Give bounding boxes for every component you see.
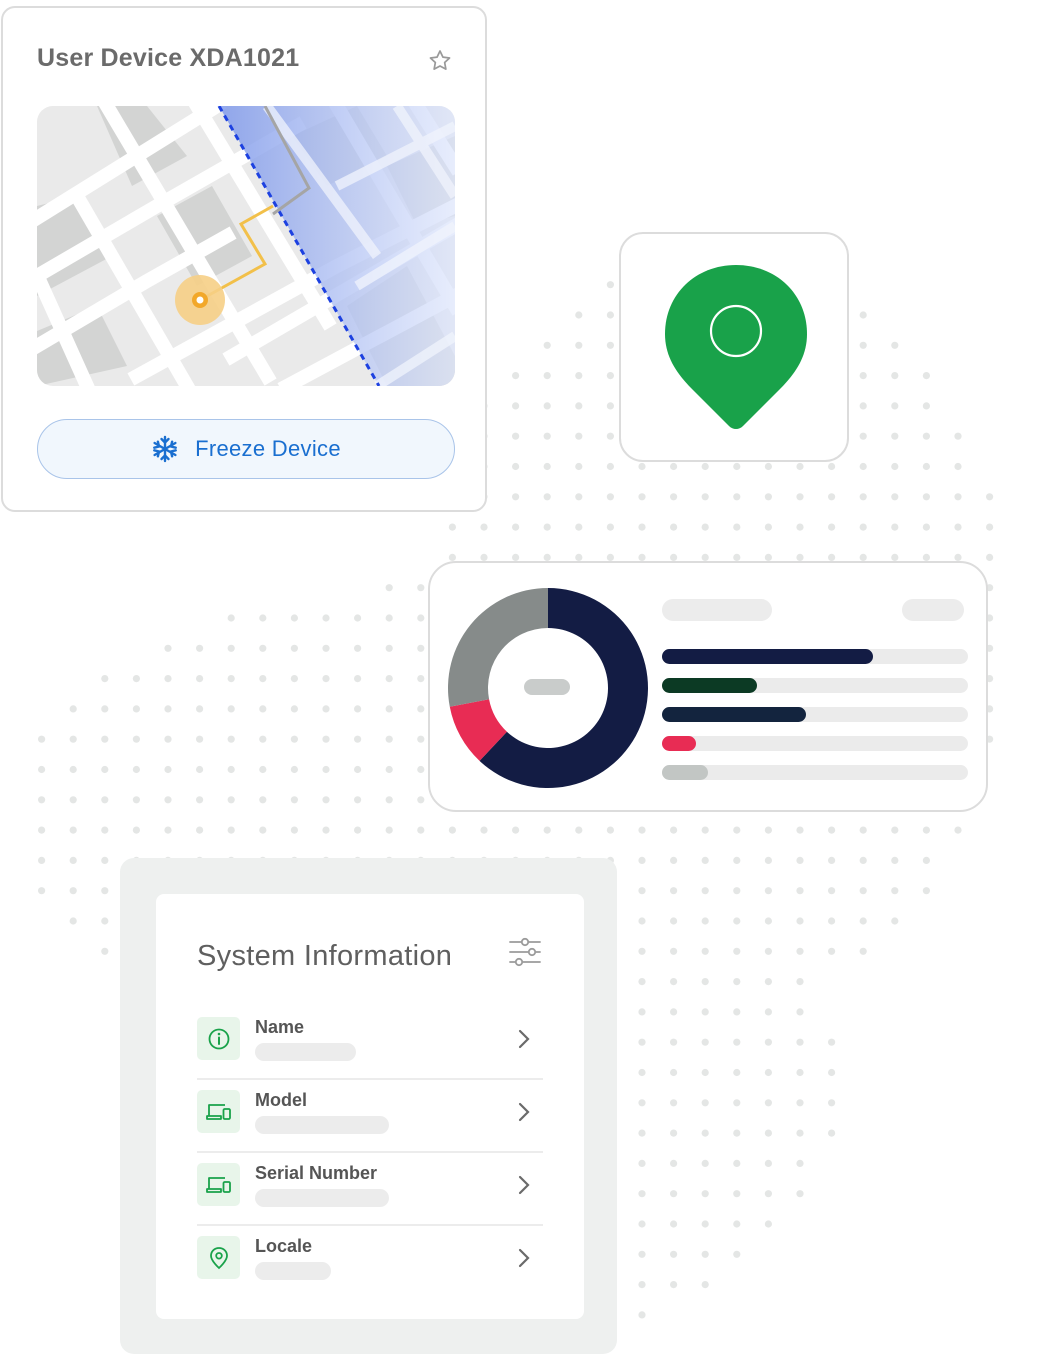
bar-fill-4 (662, 765, 708, 780)
system-info-row-name[interactable]: Name (197, 1007, 543, 1080)
row-label: Model (255, 1090, 307, 1110)
donut-chart (448, 588, 648, 788)
location-pin-card[interactable] (619, 232, 849, 462)
row-label: Name (255, 1017, 305, 1037)
device-title: User Device XDA1021 (37, 44, 300, 72)
donut-center-label-placeholder (524, 679, 570, 695)
value-placeholder (255, 1262, 331, 1280)
row-label: Serial Number (255, 1163, 378, 1183)
bar-fill-1 (662, 678, 757, 693)
system-information-title: System Information (197, 940, 453, 972)
system-info-row-locale[interactable]: Locale (197, 1226, 543, 1299)
chevron-right-icon (518, 1102, 530, 1122)
filter-sliders-icon[interactable] (508, 937, 542, 967)
devices-icon (205, 1176, 231, 1193)
freeze-device-button[interactable]: Freeze Device (37, 419, 455, 479)
chevron-right-icon (518, 1029, 530, 1049)
device-location-map[interactable] (37, 106, 455, 386)
location-pin-icon (665, 265, 807, 429)
bar-fill-0 (662, 649, 874, 664)
row-label: Locale (255, 1236, 313, 1256)
bar-track-2 (662, 707, 968, 722)
freeze-device-label: Freeze Device (195, 436, 341, 461)
header-value-placeholder (902, 599, 964, 621)
bar-track-0 (662, 649, 968, 664)
snowflake-icon (153, 435, 178, 463)
system-info-row-model[interactable]: Model (197, 1080, 543, 1153)
system-information-panel: System Information Name Model Serial Num… (120, 858, 617, 1354)
usage-chart-card (428, 561, 988, 812)
devices-icon (205, 1103, 231, 1120)
location-pin-icon (209, 1246, 228, 1269)
bar-track-1 (662, 678, 968, 693)
info-icon (208, 1028, 229, 1049)
chevron-right-icon (518, 1175, 530, 1195)
header-placeholder (662, 599, 772, 621)
bar-fill-3 (662, 736, 696, 751)
bar-fill-2 (662, 707, 806, 722)
system-info-row-serial-number[interactable]: Serial Number (197, 1153, 543, 1226)
bar-track-4 (662, 765, 968, 780)
system-information-card: System Information Name Model Serial Num… (156, 894, 584, 1319)
star-icon[interactable] (427, 48, 453, 74)
value-placeholder (255, 1189, 389, 1207)
value-placeholder (255, 1116, 389, 1134)
chevron-right-icon (518, 1248, 530, 1268)
device-card: User Device XDA1021 Freeze Device (1, 6, 487, 512)
bar-track-3 (662, 736, 968, 751)
value-placeholder (255, 1043, 356, 1061)
bar-list (662, 599, 968, 780)
